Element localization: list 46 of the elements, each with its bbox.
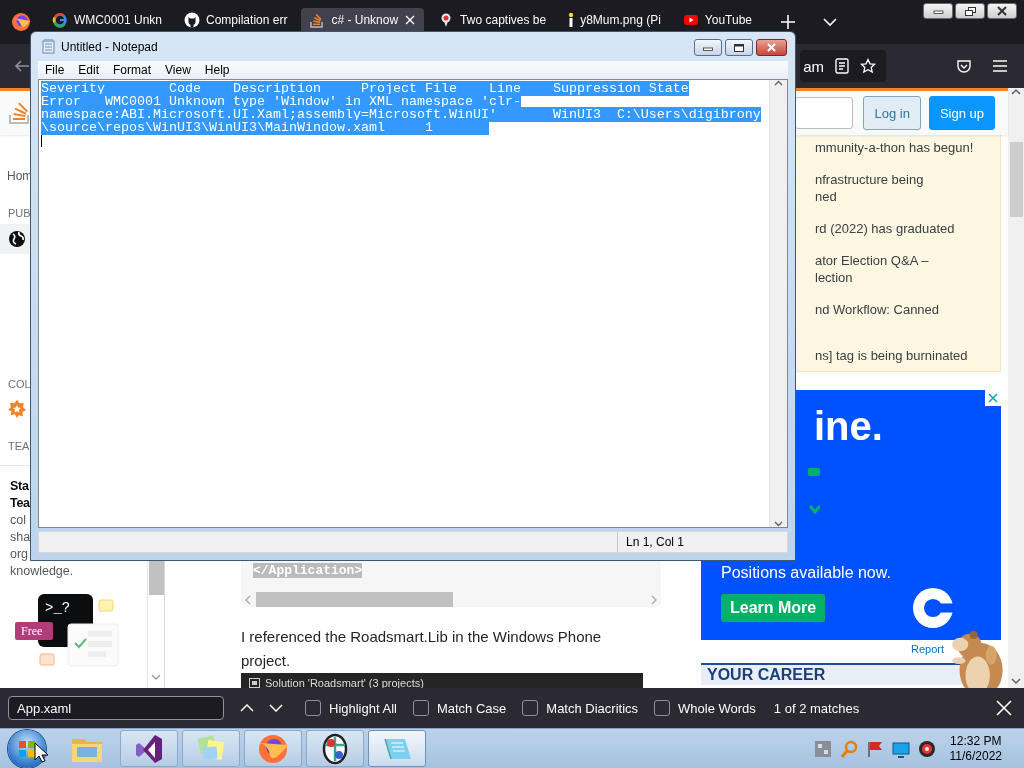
browser-tab[interactable]: y8Mum.png (Pi — [560, 8, 669, 31]
card-text: org — [10, 546, 29, 563]
nav-heading: COL — [8, 378, 31, 391]
browser-tab[interactable]: Two captives be — [430, 8, 555, 31]
browser-tab[interactable]: c# - Unknow — [301, 8, 425, 31]
blog-link[interactable]: ator Election Q&A – — [815, 252, 1000, 269]
checkbox-label[interactable]: Match Diacritics — [546, 700, 639, 716]
blog-link[interactable]: lection — [815, 269, 1000, 286]
post-paragraph: I referenced the Roadsmart.Lib in the Windows Phone project. — [241, 627, 603, 671]
checkbox-label[interactable]: Match Case — [436, 700, 507, 716]
browser-tab[interactable]: WMC0001 Unkn — [44, 8, 171, 31]
blog-link[interactable]: rd (2022) has graduated — [815, 220, 1000, 237]
find-field[interactable]: App.xaml — [8, 696, 224, 720]
card-title: Sta — [10, 478, 29, 495]
advert-text: Positions available now. — [721, 564, 891, 582]
clock[interactable]: 12:32 PM 11/6/2022 — [949, 733, 1002, 764]
blog-link[interactable]: ns] tag is being burninated — [815, 347, 1000, 364]
menu-item[interactable]: Help — [197, 63, 237, 77]
nav-heading: PUB — [8, 207, 31, 220]
checkbox-label[interactable]: Highlight All — [329, 700, 397, 716]
clock-date: 11/6/2022 — [949, 748, 1002, 764]
blog-link[interactable]: nfrastructure being — [815, 171, 1000, 188]
status-text: Ln 1, Col 1 — [626, 535, 685, 549]
report-link[interactable]: Report — [911, 642, 945, 656]
blog-link[interactable]: nd Workflow: Canned — [815, 301, 1000, 318]
menu-item[interactable]: Edit — [71, 63, 107, 77]
address-bar[interactable]: am — [800, 50, 886, 82]
match-count: 1 of 2 matches — [773, 700, 860, 716]
menu-item[interactable]: View — [158, 63, 198, 77]
menu-item[interactable]: Format — [106, 63, 159, 77]
log-in-button[interactable]: Log in — [863, 96, 921, 130]
teams-illustration-drawing: >_? Free — [15, 594, 119, 668]
card-text: col — [10, 512, 26, 529]
card-title: Tea — [10, 495, 30, 512]
blog-link[interactable]: mmunity-a-thon has begun! — [815, 139, 1000, 156]
checkbox-label[interactable]: Whole Words — [678, 700, 756, 716]
nav-heading: TEA — [8, 440, 30, 453]
clock-time: 12:32 PM — [950, 733, 1002, 749]
advert-headline: ine. — [814, 404, 883, 448]
window-title: Untitled - Notepad — [61, 39, 158, 54]
card-text: sha — [10, 529, 31, 546]
menu-item[interactable]: File — [38, 63, 72, 77]
card-text: knowledge. — [10, 563, 74, 580]
blog-link[interactable]: ned — [815, 188, 1000, 205]
browser-tab[interactable]: Compilation err — [176, 8, 296, 31]
browser-tab[interactable]: YouTube — [674, 8, 760, 31]
